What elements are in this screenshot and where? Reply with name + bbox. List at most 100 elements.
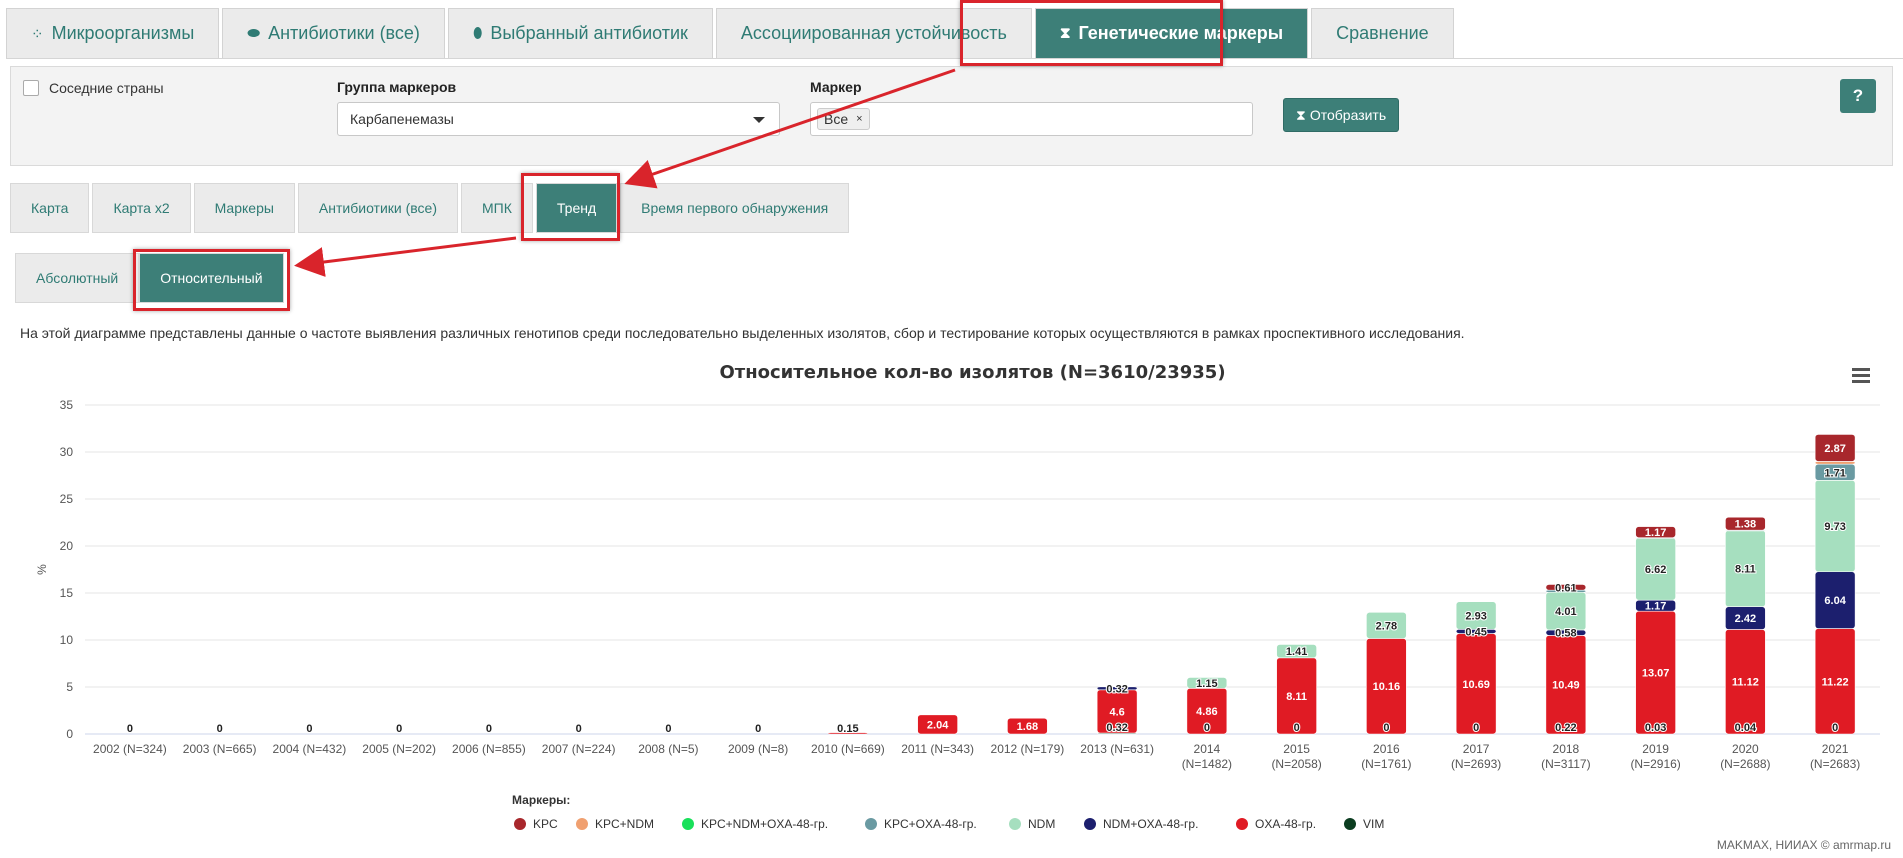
data-label: 0 (217, 723, 223, 735)
legend-item-label: KPC+OXA-48-гр. (884, 817, 977, 831)
data-label: 0.32 (1106, 722, 1127, 734)
chart-title: Относительное кол-во изолятов (N=3610/23… (719, 362, 1225, 383)
x-tick-label: 2015 (1283, 742, 1310, 756)
y-tick-label: 5 (66, 680, 73, 694)
data-label: 0.61 (1555, 582, 1576, 594)
data-label: 0.32 (1106, 683, 1127, 695)
legend-title: Маркеры: (512, 793, 570, 807)
y-tick-label: 15 (60, 586, 74, 600)
x-tick-label: (N=1482) (1182, 757, 1232, 771)
x-tick-label: 2006 (N=855) (452, 742, 526, 756)
x-tick-label: 2010 (N=669) (811, 742, 885, 756)
legend-marker (576, 818, 588, 830)
bar-segment (1814, 461, 1856, 465)
legend-marker (682, 818, 694, 830)
x-tick-label: 2007 (N=224) (542, 742, 616, 756)
data-label: 11.12 (1732, 677, 1759, 689)
legend-marker (1009, 818, 1021, 830)
data-label: 1.71 (1824, 467, 1845, 479)
data-label: 10.49 (1552, 680, 1580, 692)
x-tick-label: 2018 (1553, 742, 1580, 756)
legend-item-label: KPC (533, 817, 558, 831)
data-label: 1.68 (1017, 721, 1038, 733)
data-label: 4.01 (1555, 606, 1576, 618)
y-tick-label: 35 (60, 398, 74, 412)
data-label: 2.42 (1735, 613, 1756, 625)
data-label: 1.41 (1286, 646, 1307, 658)
trend-chart: Относительное кол-во изолятов (N=3610/23… (35, 362, 1880, 831)
data-label: 1.38 (1735, 519, 1756, 531)
data-label: 0 (1204, 722, 1210, 734)
data-label: 4.6 (1109, 706, 1124, 718)
x-tick-label: (N=2688) (1720, 757, 1770, 771)
data-label: 8.11 (1735, 564, 1756, 576)
data-label: 1.17 (1645, 601, 1666, 613)
x-tick-label: 2014 (1194, 742, 1221, 756)
data-label: 0 (576, 723, 582, 735)
legend-marker (1236, 818, 1248, 830)
data-label: 1.15 (1196, 678, 1217, 690)
legend-item-label: KPC+NDM (595, 817, 654, 831)
y-axis-label: % (35, 564, 49, 575)
x-tick-label: (N=1761) (1361, 757, 1411, 771)
x-tick-label: 2016 (1373, 742, 1400, 756)
data-label: 0 (127, 723, 133, 735)
data-label: 0 (486, 723, 492, 735)
x-tick-label: 2008 (N=5) (638, 742, 698, 756)
data-label: 4.86 (1196, 706, 1217, 718)
x-tick-label: 2017 (1463, 742, 1490, 756)
data-label: 0.45 (1465, 626, 1486, 638)
hamburger-menu-icon[interactable] (1852, 368, 1870, 386)
legend-item-label: NDM+OXA-48-гр. (1103, 817, 1198, 831)
legend-item-label: KPC+NDM+OXA-48-гр. (701, 817, 828, 831)
data-label: 6.04 (1824, 595, 1846, 607)
data-label: 0 (1383, 722, 1389, 734)
data-label: 0 (1473, 722, 1479, 734)
data-label: 11.22 (1822, 676, 1849, 688)
data-label: 6.62 (1645, 564, 1666, 576)
x-tick-label: 2009 (N=8) (728, 742, 788, 756)
data-label: 0 (306, 723, 312, 735)
x-tick-label: 2019 (1642, 742, 1669, 756)
x-tick-label: 2012 (N=179) (991, 742, 1065, 756)
x-tick-label: (N=2693) (1451, 757, 1501, 771)
x-tick-label: (N=2683) (1810, 757, 1860, 771)
data-label: 0.15 (837, 723, 858, 735)
x-tick-label: 2002 (N=324) (93, 742, 167, 756)
legend-marker (1084, 818, 1096, 830)
legend-marker (1344, 818, 1356, 830)
data-label: 8.11 (1286, 691, 1307, 703)
data-label: 1.17 (1645, 527, 1666, 539)
x-tick-label: 2021 (1822, 742, 1849, 756)
x-tick-label: 2003 (N=665) (183, 742, 257, 756)
x-tick-label: 2013 (N=631) (1080, 742, 1154, 756)
y-tick-label: 30 (60, 445, 74, 459)
legend-item-label: NDM (1028, 817, 1055, 831)
data-label: 0.04 (1735, 722, 1757, 734)
data-label: 0.03 (1645, 722, 1666, 734)
data-label: 2.87 (1824, 443, 1845, 455)
x-tick-label: 2011 (N=343) (901, 742, 974, 756)
data-label: 0 (755, 723, 761, 735)
legend-item-label: VIM (1363, 817, 1384, 831)
data-label: 0.22 (1555, 722, 1576, 734)
data-label: 0 (1294, 722, 1300, 734)
legend-marker (865, 818, 877, 830)
y-tick-label: 25 (60, 492, 74, 506)
legend-item-label: OXA-48-гр. (1255, 817, 1316, 831)
y-tick-label: 0 (66, 727, 73, 741)
x-tick-label: (N=3117) (1541, 757, 1590, 771)
x-tick-label: 2004 (N=432) (273, 742, 347, 756)
footer-credit: MAKMAX, НИИАХ © amrmap.ru (1716, 838, 1891, 852)
x-tick-label: (N=2916) (1630, 757, 1680, 771)
data-label: 9.73 (1824, 521, 1845, 533)
x-tick-label: (N=2058) (1271, 757, 1321, 771)
data-label: 2.78 (1376, 620, 1397, 632)
data-label: 10.16 (1373, 681, 1401, 693)
x-tick-label: 2020 (1732, 742, 1759, 756)
data-label: 2.93 (1465, 611, 1486, 623)
data-label: 0 (665, 723, 671, 735)
data-label: 0 (396, 723, 402, 735)
data-label: 2.04 (927, 719, 949, 731)
data-label: 13.07 (1642, 668, 1670, 680)
